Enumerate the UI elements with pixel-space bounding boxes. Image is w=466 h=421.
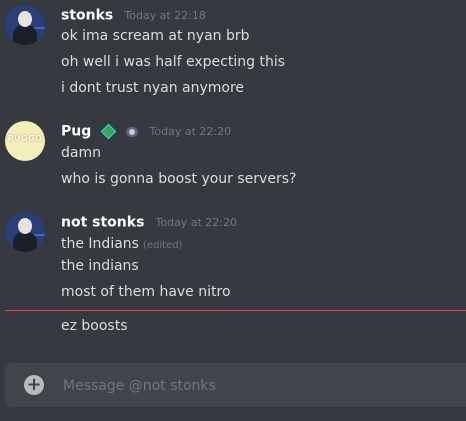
message-text: the indians <box>61 258 139 274</box>
edited-label: (edited) <box>142 240 183 251</box>
avatar[interactable] <box>5 5 45 45</box>
message-text: the Indians (edited) <box>61 236 182 252</box>
nitro-badge-icon[interactable] <box>126 126 139 137</box>
message-text-content: the Indians <box>61 236 139 252</box>
timestamp: Today at 22:20 <box>155 216 238 229</box>
message-header: not stonks Today at 22:20 <box>61 212 237 232</box>
add-attachment-icon[interactable]: + <box>24 375 44 395</box>
nitro-boost-badge-icon[interactable] <box>101 123 117 140</box>
avatar[interactable]: PUGGO <box>5 121 45 161</box>
message-list: stonks Today at 22:18 ok ima scream at n… <box>0 0 466 360</box>
timestamp: Today at 22:18 <box>124 9 206 22</box>
avatar-text: PUGGO <box>7 134 43 143</box>
message-text: ez boosts <box>61 318 128 334</box>
message-composer: + <box>5 363 466 407</box>
message-text: oh well i was half expecting this <box>61 54 285 70</box>
avatar[interactable] <box>5 212 45 252</box>
username[interactable]: stonks <box>61 8 113 24</box>
message-input[interactable] <box>61 373 445 399</box>
message-text: i dont trust nyan anymore <box>61 80 245 96</box>
message-header: Pug Today at 22:20 <box>61 121 231 141</box>
new-messages-divider <box>5 310 466 311</box>
message-text: most of them have nitro <box>61 284 231 300</box>
message-text: who is gonna boost your servers? <box>61 171 297 187</box>
timestamp: Today at 22:20 <box>149 125 232 138</box>
username[interactable]: Pug <box>61 124 91 140</box>
message-text: damn <box>61 145 101 161</box>
message-header: stonks Today at 22:18 <box>61 5 206 25</box>
username[interactable]: not stonks <box>61 215 144 231</box>
message-text: ok ima scream at nyan brb <box>61 28 250 44</box>
